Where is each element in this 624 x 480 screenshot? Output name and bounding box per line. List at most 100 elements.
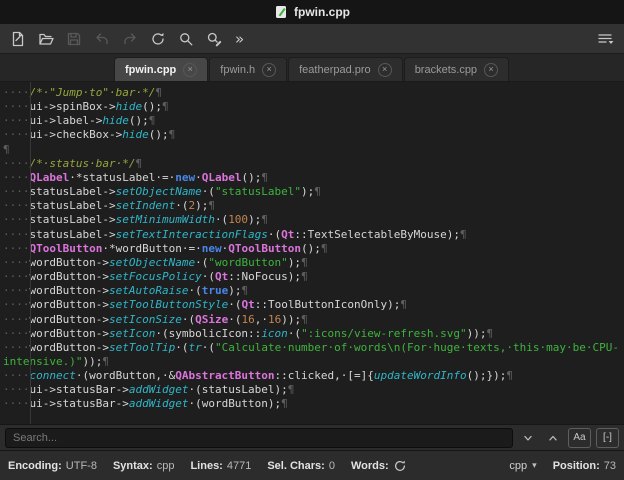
code-line: ····/*·status·bar·*/¶ — [3, 157, 624, 171]
status-lines-label: Lines: — [190, 459, 223, 472]
toolbar-button-open-file[interactable] — [34, 27, 58, 51]
code-token: wordButton-> — [29, 340, 109, 354]
code-token: ¶ — [135, 156, 143, 170]
code-token: ¶ — [400, 298, 408, 312]
search-input[interactable] — [5, 427, 513, 448]
code-token: ·(wordButton,·& — [75, 369, 176, 383]
status-lines-value: 4771 — [226, 459, 252, 472]
toolbar-button-reload[interactable] — [146, 27, 170, 51]
tab-close-icon[interactable]: × — [183, 62, 198, 77]
code-token: ·*statusLabel·=· — [69, 170, 176, 184]
status-bar: Encoding: UTF-8 Syntax: cpp Lines: 4771 Sel. C… — [0, 450, 624, 480]
code-token: ···· — [3, 383, 30, 397]
editor[interactable]: ····/*·"Jump·to"·bar·*/¶ ····ui->spinBox-… — [0, 82, 624, 424]
code-line: ····ui->statusBar->addWidget·(wordButton… — [3, 397, 624, 411]
search-next-button[interactable] — [518, 428, 538, 448]
code-token: )); — [82, 354, 103, 368]
code-token: ¶ — [320, 241, 328, 255]
code-token: ···· — [3, 199, 30, 213]
code-token: QToolButton — [29, 241, 103, 255]
code-token: (); — [142, 100, 162, 114]
code-token: ···· — [3, 298, 30, 312]
find-replace-icon — [207, 32, 222, 46]
status-words: Words: — [351, 459, 407, 473]
code-token: wordButton-> — [29, 298, 109, 312]
tab-brackets.cpp[interactable]: brackets.cpp × — [403, 57, 510, 81]
code-token: ·(statusLabel); — [188, 383, 288, 397]
code-token: ···· — [3, 100, 30, 114]
code-token: ¶ — [281, 397, 288, 411]
tab-close-icon[interactable]: × — [262, 62, 277, 77]
word-count-refresh-button[interactable] — [393, 459, 407, 473]
code-token: hide — [102, 114, 129, 128]
code-token: ···· — [3, 170, 30, 184]
code-token: ::NoFocus); — [228, 270, 302, 284]
code-line: ····wordButton->setToolTip·(tr·("Calcula… — [3, 341, 624, 355]
code-line: ····ui->checkBox->hide();¶ — [3, 128, 624, 142]
tab-strip: fpwin.cpp × fpwin.h × featherpad.pro × bracket… — [113, 57, 510, 81]
code-token: ·( — [214, 213, 229, 227]
menu-button[interactable] — [594, 27, 618, 51]
tab-close-icon[interactable]: × — [484, 62, 499, 77]
code-token: )); — [466, 326, 487, 340]
status-encoding-value: UTF-8 — [65, 459, 97, 472]
code-line: ¶ — [3, 143, 624, 157]
tab-label: featherpad.pro — [299, 63, 371, 76]
code-token: setAutoRaise — [108, 284, 189, 298]
code-token: ·( — [181, 312, 196, 326]
code-token: ·( — [287, 326, 302, 340]
status-syntax-value: cpp — [156, 459, 175, 472]
code-token: addWidget — [128, 383, 189, 397]
toolbar-overflow-button[interactable]: » — [230, 30, 249, 48]
tab-featherpad.pro[interactable]: featherpad.pro × — [288, 57, 403, 81]
code-token: ···· — [3, 255, 30, 269]
code-token: ···· — [3, 284, 30, 298]
code-token: setTextInteractionFlags — [115, 227, 268, 241]
code-token: (); — [148, 128, 169, 142]
code-token: ui->statusBar-> — [29, 397, 129, 411]
code-token: ::TextSelectableByMouse); — [294, 227, 460, 241]
whole-word-button[interactable]: [-] — [596, 427, 619, 448]
toolbar-button-new-file[interactable] — [6, 27, 30, 51]
code-token: ·( — [201, 340, 215, 354]
code-token: · — [195, 170, 202, 184]
code-token: new — [175, 170, 196, 184]
code-token: Qt — [281, 227, 295, 241]
search-prev-button[interactable] — [543, 428, 563, 448]
tab-fpwin.cpp[interactable]: fpwin.cpp × — [113, 57, 209, 81]
code-token: ¶ — [102, 354, 109, 368]
code-token: setIndent — [115, 199, 176, 213]
code-token: statusLabel-> — [29, 199, 116, 213]
match-case-button[interactable]: Aa — [568, 427, 591, 448]
reload-icon — [152, 32, 164, 45]
code-token: ¶ — [301, 270, 308, 284]
code-token: ·*wordButton·=· — [102, 241, 202, 255]
code-token: ); — [287, 255, 302, 269]
tab-close-icon[interactable]: × — [377, 62, 392, 77]
code-token: ···· — [3, 128, 30, 142]
code-token: ¶ — [301, 312, 308, 326]
status-sel-chars-label: Sel. Chars: — [267, 459, 325, 472]
code-token: ·( — [195, 255, 209, 269]
code-line: ····ui->statusBar->addWidget·(statusLabe… — [3, 383, 624, 397]
featherpad-window: fpwin.cpp » fpwin.cpp × fpwin.h × feathe… — [0, 0, 624, 480]
search-bar: Aa [-] — [0, 424, 624, 450]
code-line: ····QToolButton·*wordButton·=·new·QToolB… — [3, 242, 624, 256]
toolbar-button-find-replace[interactable] — [202, 27, 226, 51]
toolbar-button-save-file[interactable] — [62, 27, 86, 51]
tab-fpwin.h[interactable]: fpwin.h × — [209, 57, 288, 81]
status-items: Encoding: UTF-8 Syntax: cpp Lines: 4771 Sel. C… — [8, 460, 351, 472]
code-line: ····connect·(wordButton,·&QAbstractButto… — [3, 369, 624, 383]
window-title: fpwin.cpp — [294, 5, 350, 19]
status-encoding-label: Encoding: — [8, 459, 62, 472]
toolbar-button-undo[interactable] — [90, 27, 114, 51]
code-token: ¶ — [314, 185, 321, 199]
code-token: ···· — [3, 326, 30, 340]
status-position-value: 73 — [603, 459, 616, 472]
code-token: ···· — [3, 241, 30, 255]
code-token: QAbstractButton — [175, 369, 275, 383]
toolbar-button-search[interactable] — [174, 27, 198, 51]
syntax-dropdown[interactable]: cpp ▾ — [509, 460, 536, 472]
toolbar-button-redo[interactable] — [118, 27, 142, 51]
status-words-label: Words: — [350, 459, 389, 472]
